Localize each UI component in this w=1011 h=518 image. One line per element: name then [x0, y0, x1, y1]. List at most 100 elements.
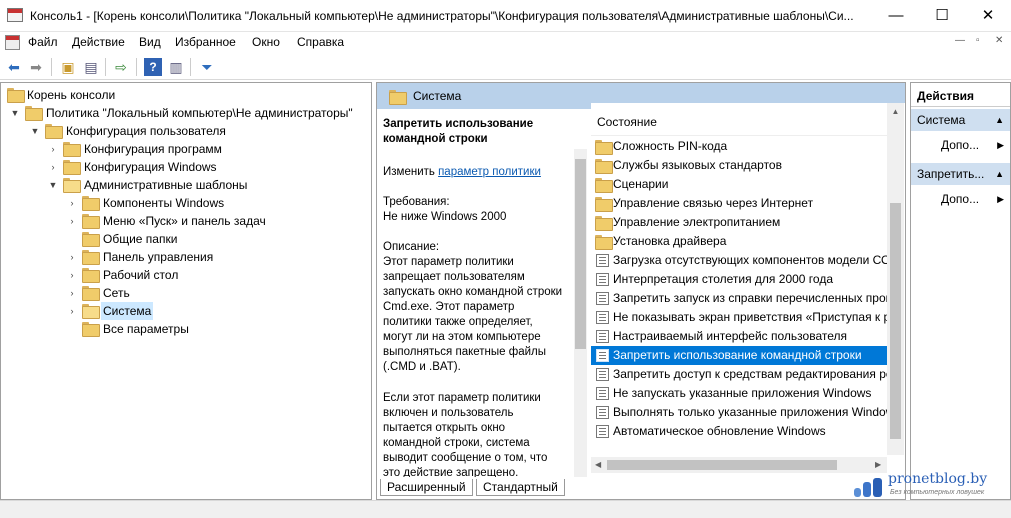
header-divider [591, 135, 887, 136]
list-item[interactable]: Загрузка отсутствующих компонентов модел… [591, 251, 887, 270]
show-hide-action-icon[interactable]: ▥ [167, 58, 185, 76]
edit-policy-link[interactable]: параметр политики [438, 166, 541, 178]
description-paragraph-1: Этот параметр политики запрещает пользов… [383, 256, 563, 373]
list-horizontal-scrollbar[interactable]: ◀ ▶ [591, 457, 887, 473]
menu-help[interactable]: Справка [297, 35, 344, 49]
expand-arrow-icon[interactable]: › [66, 212, 78, 230]
collapse-arrow-icon[interactable]: ▼ [29, 122, 41, 140]
tree-node-software-settings[interactable]: › Конфигурация программ [47, 140, 367, 158]
tree-node-local-policy[interactable]: ▼ Политика "Локальный компьютер\Не админ… [9, 104, 369, 122]
list-item[interactable]: Не показывать экран приветствия «Приступ… [591, 308, 887, 327]
console-menu-icon[interactable] [5, 35, 20, 50]
list-vertical-scrollbar-thumb[interactable] [890, 203, 901, 439]
tree-node-system[interactable]: › Система [66, 302, 366, 320]
list-item[interactable]: Управление электропитанием [591, 213, 887, 232]
title-bar: Консоль1 - [Корень консоли\Политика "Лок… [0, 0, 1011, 32]
edit-policy-line: Изменить параметр политики [383, 165, 565, 180]
tree-node-admin-templates[interactable]: ▼ Административные шаблоны [47, 176, 367, 194]
tree-node-windows-settings[interactable]: › Конфигурация Windows [47, 158, 367, 176]
collapse-arrow-icon[interactable]: ▼ [47, 176, 59, 194]
help-icon[interactable]: ? [144, 58, 162, 76]
list-item-selected[interactable]: Запретить использование командной строки [591, 346, 887, 365]
tab-standard[interactable]: Стандартный [476, 479, 565, 496]
collapse-arrow-icon[interactable]: ▲ [995, 163, 1004, 185]
tree-node-windows-components[interactable]: › Компоненты Windows [66, 194, 366, 212]
tab-extended[interactable]: Расширенный [380, 479, 473, 496]
child-restore-button[interactable]: ▫ [976, 35, 980, 46]
action-group-title: Запретить... [917, 167, 985, 181]
list-item[interactable]: Интерпретация столетия для 2000 года [591, 270, 887, 289]
tree-node-shared-folders[interactable]: Общие папки [66, 230, 366, 248]
menu-window[interactable]: Окно [252, 35, 280, 49]
show-hide-tree-icon[interactable]: ▤ [82, 58, 100, 76]
child-close-button[interactable]: ✕ [995, 35, 1003, 46]
tree-node-start-menu[interactable]: › Меню «Пуск» и панель задач [66, 212, 366, 230]
list-item[interactable]: Не запускать указанные приложения Window… [591, 384, 887, 403]
list-item[interactable]: Выполнять только указанные приложения Wi… [591, 403, 887, 422]
forward-arrow-icon[interactable]: ➡ [27, 58, 45, 76]
back-arrow-icon[interactable]: ⬅ [5, 58, 23, 76]
menu-action[interactable]: Действие [72, 35, 125, 49]
action-more-1[interactable]: Допо... ▶ [911, 135, 1010, 155]
tree-node-network[interactable]: › Сеть [66, 284, 366, 302]
export-list-icon[interactable]: ⇨ [112, 58, 130, 76]
list-item[interactable]: Запретить запуск из справки перечисленны… [591, 289, 887, 308]
submenu-arrow-icon: ▶ [997, 194, 1004, 204]
folder-open-icon [82, 304, 100, 319]
minimize-button[interactable]: — [873, 0, 919, 31]
policy-setting-icon [596, 330, 609, 343]
expand-arrow-icon[interactable]: › [47, 140, 59, 158]
menu-file[interactable]: Файл [28, 35, 58, 49]
filter-icon[interactable]: ⏷ [198, 58, 216, 76]
tree-node-all-settings[interactable]: Все параметры [66, 320, 366, 338]
details-header-title: Система [413, 89, 462, 103]
collapse-arrow-icon[interactable]: ▲ [995, 109, 1004, 131]
expand-arrow-icon[interactable]: › [66, 248, 78, 266]
list-item[interactable]: Управление связью через Интернет [591, 194, 887, 213]
list-item[interactable]: Настраиваемый интерфейс пользователя [591, 327, 887, 346]
tree-node-console-root[interactable]: Корень консоли [7, 86, 367, 104]
description-scrollbar[interactable] [574, 149, 587, 477]
description-scrollbar-thumb[interactable] [575, 159, 586, 349]
list-horizontal-scrollbar-thumb[interactable] [607, 460, 837, 470]
list-vertical-scrollbar[interactable]: ▲ [887, 103, 904, 455]
maximize-button[interactable]: ☐ [919, 0, 965, 31]
menu-view[interactable]: Вид [139, 35, 161, 49]
actions-header: Действия [911, 85, 1010, 107]
all-settings-icon [82, 322, 100, 337]
action-group-system[interactable]: Система ▲ [911, 109, 1010, 131]
details-pane: Система Запретить использование командно… [376, 82, 906, 500]
action-label: Допо... [941, 192, 980, 206]
expand-arrow-icon[interactable]: › [47, 158, 59, 176]
expand-arrow-icon[interactable]: › [66, 284, 78, 302]
list-item[interactable]: Службы языковых стандартов [591, 156, 887, 175]
expand-arrow-icon[interactable]: › [66, 266, 78, 284]
column-header-state[interactable]: Состояние [597, 115, 657, 129]
list-item[interactable]: Установка драйвера [591, 232, 887, 251]
collapse-arrow-icon[interactable]: ▼ [9, 104, 21, 122]
console-tree: Корень консоли ▼ Политика "Локальный ком… [0, 82, 372, 500]
up-folder-icon[interactable]: ▣ [59, 58, 77, 76]
close-button[interactable]: ✕ [965, 0, 1011, 31]
expand-arrow-icon[interactable]: › [66, 194, 78, 212]
policy-setting-icon [596, 311, 609, 324]
expand-arrow-icon[interactable]: › [66, 302, 78, 320]
scroll-up-arrow-icon[interactable]: ▲ [887, 107, 904, 116]
folder-icon [595, 178, 613, 193]
watermark-tagline: Без компьютерных ловушек [890, 489, 985, 496]
tree-node-desktop[interactable]: › Рабочий стол [66, 266, 366, 284]
description-label: Описание: [383, 241, 440, 253]
tree-node-control-panel[interactable]: › Панель управления [66, 248, 366, 266]
child-minimize-button[interactable]: — [955, 35, 965, 46]
list-item[interactable]: Запретить доступ к средствам редактирова… [591, 365, 887, 384]
action-group-policy[interactable]: Запретить... ▲ [911, 163, 1010, 185]
list-item[interactable]: Сценарии [591, 175, 887, 194]
scroll-left-arrow-icon[interactable]: ◀ [595, 460, 601, 469]
action-more-2[interactable]: Допо... ▶ [911, 189, 1010, 209]
mmc-app-icon[interactable] [7, 8, 23, 22]
watermark-logo-icon [854, 476, 888, 498]
tree-node-user-config[interactable]: ▼ Конфигурация пользователя [29, 122, 369, 140]
list-item[interactable]: Сложность PIN-кода [591, 137, 887, 156]
list-item[interactable]: Автоматическое обновление Windows [591, 422, 887, 441]
menu-favorites[interactable]: Избранное [175, 35, 236, 49]
